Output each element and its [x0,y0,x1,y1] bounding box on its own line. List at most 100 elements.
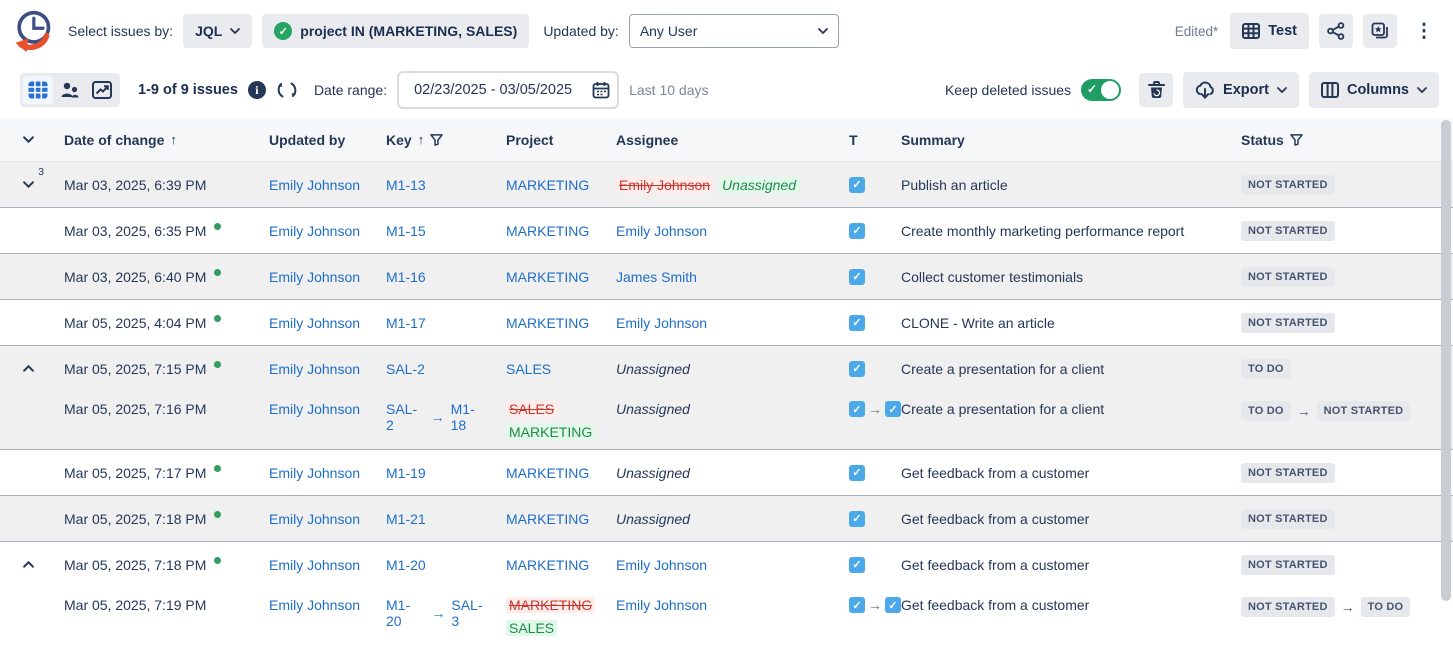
assignee-link[interactable]: Emily Johnson [616,315,707,331]
people-view-tab[interactable] [55,76,85,104]
table-row[interactable]: Mar 05, 2025, 7:16 PM Emily Johnson SAL-… [0,391,1453,449]
table-row[interactable]: Mar 05, 2025, 7:18 PM Emily Johnson M1-2… [0,496,1453,541]
col-updated-by[interactable]: Updated by [261,132,378,148]
deleted-issues-trash-button[interactable] [1139,73,1173,107]
info-icon[interactable]: i [248,81,266,99]
assignee-old-value: Emily Johnson [616,177,713,193]
filter-icon[interactable] [1290,134,1303,146]
updated-by-link[interactable]: Emily Johnson [269,361,360,377]
table-row[interactable]: 3 Mar 03, 2025, 6:39 PM Emily Johnson M1… [0,162,1453,207]
issue-key-link[interactable]: M1-15 [386,223,426,239]
task-type-icon[interactable]: ✓ [849,361,865,377]
sort-asc-icon[interactable]: ↑ [170,132,177,147]
col-assignee[interactable]: Assignee [608,132,841,148]
updated-by-link[interactable]: Emily Johnson [269,401,360,417]
issue-key-link[interactable]: M1-16 [386,269,426,285]
task-type-icon[interactable]: ✓ [849,315,865,331]
project-link[interactable]: MARKETING [506,177,589,193]
summary-text: Create a presentation for a client [901,401,1104,417]
table-view-tab[interactable] [23,76,53,104]
issue-key-link[interactable]: SAL-2 [386,361,425,377]
filter-icon[interactable] [430,134,443,146]
keep-deleted-toggle[interactable]: ✓ [1081,79,1121,101]
col-summary[interactable]: Summary [893,132,1233,148]
col-type[interactable]: T [841,132,893,148]
change-date: Mar 03, 2025, 6:39 PM [64,177,206,193]
col-status[interactable]: Status [1233,132,1453,148]
refresh-icon[interactable] [276,80,298,100]
issue-key-link[interactable]: M1-20 [386,557,426,573]
export-button[interactable]: Export [1183,72,1299,108]
jql-mode-dropdown[interactable]: JQL [183,14,252,48]
updated-by-link[interactable]: Emily Johnson [269,511,360,527]
task-type-icon[interactable]: ✓ [849,269,865,285]
task-type-icon[interactable]: ✓ [849,177,865,193]
table-row[interactable]: Mar 03, 2025, 6:35 PM Emily Johnson M1-1… [0,208,1453,253]
issue-key-link[interactable]: M1-13 [386,177,426,193]
assignee-link[interactable]: Emily Johnson [616,557,707,573]
updated-by-link[interactable]: Emily Johnson [269,315,360,331]
project-link[interactable]: MARKETING [506,269,589,285]
table-row[interactable]: Mar 03, 2025, 6:40 PM Emily Johnson M1-1… [0,254,1453,299]
chart-view-tab[interactable] [87,76,117,104]
col-key-label: Key [386,132,412,148]
issue-group: Mar 05, 2025, 7:17 PM Emily Johnson M1-1… [0,450,1453,496]
task-type-icon[interactable]: ✓ [849,557,865,573]
updated-by-link[interactable]: Emily Johnson [269,465,360,481]
table-row[interactable]: Mar 05, 2025, 7:15 PM Emily Johnson SAL-… [0,346,1453,391]
collapse-all-header[interactable] [0,136,56,143]
saved-view-button[interactable]: Test [1230,13,1309,49]
change-date: Mar 05, 2025, 7:18 PM [64,511,206,527]
issue-key-old-link[interactable]: SAL-2 [386,401,425,433]
jql-query-text: project IN (MARKETING, SALES) [300,23,517,39]
issue-key-old-link[interactable]: M1-20 [386,597,425,629]
project-link[interactable]: SALES [506,361,551,377]
table-row[interactable]: Mar 05, 2025, 7:17 PM Emily Johnson M1-1… [0,450,1453,495]
project-link[interactable]: MARKETING [506,465,589,481]
task-type-icon[interactable]: ✓ [849,511,865,527]
project-link[interactable]: MARKETING [506,315,589,331]
updated-by-select[interactable]: Any User [629,14,839,48]
columns-button[interactable]: Columns [1309,72,1439,108]
date-cell: Mar 05, 2025, 7:17 PM [56,465,261,481]
project-link[interactable]: MARKETING [506,511,589,527]
table-row[interactable]: Mar 05, 2025, 4:04 PM Emily Johnson M1-1… [0,300,1453,345]
project-link[interactable]: MARKETING [506,557,589,573]
col-date-of-change[interactable]: Date of change ↑ [56,132,261,148]
updated-by-link[interactable]: Emily Johnson [269,597,360,613]
save-as-view-button[interactable] [1363,14,1397,48]
issue-key-link[interactable]: M1-17 [386,315,426,331]
expand-group-button[interactable]: 3 [18,175,38,195]
assignee-link[interactable]: James Smith [616,269,697,285]
updated-by-link[interactable]: Emily Johnson [269,223,360,239]
assignee-unassigned: Unassigned [616,465,690,481]
more-actions-button[interactable]: ⋮ [1407,14,1441,48]
assignee-link[interactable]: Emily Johnson [616,223,707,239]
issue-key-new-link[interactable]: SAL-3 [451,597,490,629]
vertical-scrollbar[interactable] [1441,120,1451,632]
jql-query-chip[interactable]: ✓ project IN (MARKETING, SALES) [262,14,529,48]
assignee-link[interactable]: Emily Johnson [616,597,707,613]
task-type-icon[interactable]: ✓ [849,465,865,481]
scrollbar-thumb[interactable] [1441,120,1451,601]
collapse-group-button[interactable] [18,359,38,379]
collapse-group-button[interactable] [18,555,38,575]
col-key[interactable]: Key ↑ [378,132,498,148]
updated-by-link[interactable]: Emily Johnson [269,269,360,285]
change-arrow-icon: → [1297,403,1311,419]
issue-key-new-link[interactable]: M1-18 [451,401,490,433]
date-range-input[interactable] [397,71,619,109]
issue-key-link[interactable]: M1-21 [386,511,426,527]
task-type-icon[interactable]: ✓ [849,223,865,239]
project-link[interactable]: MARKETING [506,223,589,239]
columns-icon [1321,82,1339,98]
table-row[interactable]: Mar 05, 2025, 7:19 PM Emily Johnson M1-2… [0,587,1453,645]
status-old-badge: TO DO [1241,401,1291,421]
updated-by-link[interactable]: Emily Johnson [269,177,360,193]
col-project[interactable]: Project [498,132,608,148]
updated-by-link[interactable]: Emily Johnson [269,557,360,573]
share-button[interactable] [1319,14,1353,48]
sort-asc-icon[interactable]: ↑ [418,132,425,147]
issue-key-link[interactable]: M1-19 [386,465,426,481]
table-row[interactable]: Mar 05, 2025, 7:18 PM Emily Johnson M1-2… [0,542,1453,587]
